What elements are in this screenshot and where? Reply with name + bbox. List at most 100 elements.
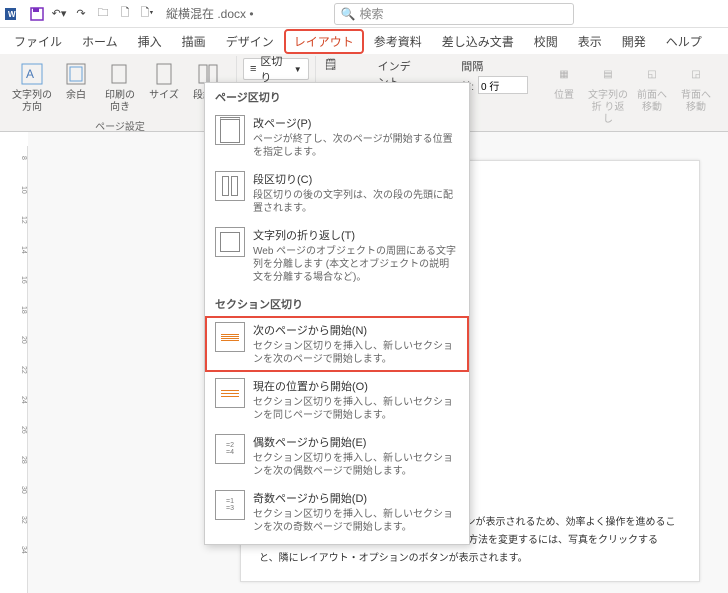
item-desc: セクション区切りを挿入し、新しいセクションを次の偶数ページで開始します。 [253,452,459,478]
svg-text:W: W [8,10,16,19]
next-page-section-item[interactable]: 次のページから開始(N) セクション区切りを挿入し、新しいセクションを次のページで… [205,316,469,372]
tab-references[interactable]: 参考資料 [364,29,432,54]
spacing-label: 間隔 [461,58,528,74]
folder-icon[interactable]: 🗀 [92,3,114,25]
page-breaks-header: ページ区切り [205,83,469,109]
text-wrap-break-item[interactable]: 文字列の折り返し(T) Web ページのオブジェクトの周囲にある文字列を分離します… [205,221,469,290]
ruler-tick: 8 [16,156,27,160]
send-backward-button: ◲背面へ 移動 [674,58,718,128]
tab-insert[interactable]: 挿入 [128,29,172,54]
item-title: 現在の位置から開始(O) [253,378,459,394]
position-button: ▦位置 [542,58,586,128]
page-setup-group: A文字列の 方向 余白 印刷の 向き サイズ 段組み ページ設定 [4,56,237,129]
item-desc: ページが終了し、次のページが開始する位置を指定します。 [253,133,459,159]
page-break-item[interactable]: 改ページ(P) ページが終了し、次のページが開始する位置を指定します。 [205,109,469,165]
wrap-text-button: ▤文字列の折 り返し [586,58,630,128]
item-title: 改ページ(P) [253,115,459,131]
position-icon: ▦ [550,60,578,88]
tab-design[interactable]: デザイン [216,29,284,54]
odd-page-icon: =1=3 [215,490,245,520]
page-setup-label: ページ設定 [95,116,145,133]
margins-icon [62,60,90,88]
ruler-tick: 14 [16,246,27,254]
forward-icon: ◱ [638,60,666,88]
margins-button[interactable]: 余白 [54,58,98,116]
undo-icon[interactable]: ↶▾ [48,3,70,25]
column-break-item[interactable]: 段区切り(C) 段区切りの後の文字列は、次の段の先頭に配置されます。 [205,165,469,221]
ruler-tick: 20 [16,336,27,344]
ruler-tick: 16 [16,276,27,284]
wrap-icon: ▤ [594,60,622,88]
even-page-section-item[interactable]: =2=4 偶数ページから開始(E) セクション区切りを挿入し、新しいセクションを次… [205,428,469,484]
item-title: 奇数ページから開始(D) [253,490,459,506]
tab-review[interactable]: 校閲 [524,29,568,54]
line-number-icon: 🗒 [324,59,338,71]
breaks-dropdown: ページ区切り 改ページ(P) ページが終了し、次のページが開始する位置を指定します… [204,82,470,545]
tab-file[interactable]: ファイル [4,29,72,54]
continuous-icon [215,378,245,408]
backward-icon: ◲ [682,60,710,88]
document-title: 縦横混在 .docx • [166,5,254,22]
tab-home[interactable]: ホーム [72,29,128,54]
ruler-tick: 28 [16,456,27,464]
item-title: 文字列の折り返し(T) [253,227,459,243]
next-page-icon [215,322,245,352]
size-button[interactable]: サイズ [142,58,186,116]
ruler-tick: 18 [16,306,27,314]
ruler-vertical: 8 10 12 14 16 18 20 22 24 26 28 30 32 34 [16,146,28,593]
titlebar: W ↶▾ ↷ 🗀 🗋 🗋▾ 縦横混在 .docx • 🔍 検索 [0,0,728,28]
ruler-tick: 22 [16,366,27,374]
item-desc: Web ページのオブジェクトの周囲にある文字列を分離します (本文とオブジェクト… [253,245,459,284]
ruler-tick: 32 [16,516,27,524]
search-input[interactable]: 🔍 検索 [334,3,574,25]
arrange-group: ▦位置 ▤文字列の折 り返し ◱前面へ 移動 ◲背面へ 移動 配置 [536,56,724,129]
ruler-tick: 34 [16,546,27,554]
text-direction-button[interactable]: A文字列の 方向 [10,58,54,116]
breaks-icon: ≡ [250,63,256,75]
svg-text:A: A [26,67,34,81]
item-title: 偶数ページから開始(E) [253,434,459,450]
page-break-icon [215,115,245,145]
item-desc: セクション区切りを挿入し、新しいセクションを次のページで開始します。 [253,340,459,366]
ruler-tick: 12 [16,216,27,224]
ruler-tick: 10 [16,186,27,194]
breaks-button[interactable]: ≡ 区切り ▼ [243,58,309,80]
ruler-tick: 26 [16,426,27,434]
tab-layout[interactable]: レイアウト [284,29,364,54]
chevron-down-icon: ▼ [294,65,302,74]
tab-help[interactable]: ヘルプ [656,29,712,54]
ruler-tick: 30 [16,486,27,494]
tab-view[interactable]: 表示 [568,29,612,54]
search-placeholder: 検索 [360,5,384,22]
size-icon [150,60,178,88]
text-direction-icon: A [18,60,46,88]
orientation-icon [106,60,134,88]
ribbon-tabs: ファイル ホーム 挿入 描画 デザイン レイアウト 参考資料 差し込み文書 校閲… [0,28,728,54]
continuous-section-item[interactable]: 現在の位置から開始(O) セクション区切りを挿入し、新しいセクションを同じページで… [205,372,469,428]
search-icon: 🔍 [341,7,356,21]
redo-icon[interactable]: ↷ [70,3,92,25]
new-icon[interactable]: 🗋▾ [136,3,158,25]
spacing-before-input[interactable] [478,76,528,94]
orientation-button[interactable]: 印刷の 向き [98,58,142,116]
doc-line: と、隣にレイアウト・オプションのボタンが表示されます。 [259,551,681,567]
item-title: 次のページから開始(N) [253,322,459,338]
odd-page-section-item[interactable]: =1=3 奇数ページから開始(D) セクション区切りを挿入し、新しいセクションを次… [205,484,469,540]
column-break-icon [215,171,245,201]
tab-developer[interactable]: 開発 [612,29,656,54]
tab-mailings[interactable]: 差し込み文書 [432,29,524,54]
section-breaks-header: セクション区切り [205,290,469,316]
tab-draw[interactable]: 描画 [172,29,216,54]
item-desc: セクション区切りを挿入し、新しいセクションを同じページで開始します。 [253,396,459,422]
item-desc: 段区切りの後の文字列は、次の段の先頭に配置されます。 [253,189,459,215]
even-page-icon: =2=4 [215,434,245,464]
item-desc: セクション区切りを挿入し、新しいセクションを次の奇数ページで開始します。 [253,508,459,534]
text-wrap-icon [215,227,245,257]
ruler-tick: 24 [16,396,27,404]
breaks-label: 区切り [260,53,289,85]
item-title: 段区切り(C) [253,171,459,187]
word-icon: W [4,5,22,23]
save-icon[interactable] [26,3,48,25]
file-icon[interactable]: 🗋 [114,3,136,25]
bring-forward-button: ◱前面へ 移動 [630,58,674,128]
